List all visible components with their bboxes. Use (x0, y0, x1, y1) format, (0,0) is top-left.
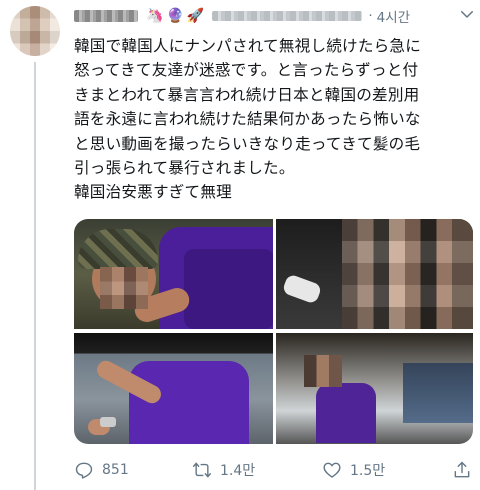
photo-1[interactable] (74, 219, 273, 329)
header-emojis: 🦄 🔮 🚀 (146, 9, 204, 23)
pixelated-face (100, 267, 148, 309)
photo-4[interactable] (276, 333, 473, 444)
pixelated-face (304, 355, 342, 387)
retweet-button[interactable]: 1.4만 (192, 458, 255, 482)
tweet-actions: 851 1.4만 1.5만 (74, 456, 474, 486)
author-handle[interactable] (212, 11, 363, 21)
reply-icon (75, 462, 93, 479)
share-button[interactable] (452, 458, 472, 482)
reply-count: 851 (102, 462, 129, 478)
heart-icon (323, 462, 341, 478)
unicorn-emoji: 🦄 (146, 8, 164, 24)
tweet-time[interactable]: 4시간 (377, 6, 410, 26)
tweet-text: 韓国で韓国人にナンパされて無視し続けたら急に 怒ってきて友達が迷惑です。と言った… (74, 34, 474, 205)
tweet-text-line: きまとわれて暴言言われ続け日本と韓国の差別用 (74, 85, 420, 104)
chevron-down-icon[interactable] (458, 5, 476, 23)
separator-dot: · (368, 8, 373, 24)
rocket-emoji: 🚀 (186, 8, 205, 24)
share-icon (454, 461, 470, 478)
tweet-text-line: と思い動画を撮ったらいきなり走ってきて髪の毛 (74, 134, 421, 153)
tweet-text-line: 韓国で韓国人にナンパされて無視し続けたら急に (74, 37, 421, 55)
thread-line (34, 62, 36, 490)
retweet-count: 1.4만 (220, 463, 256, 479)
tweet-avatar[interactable] (10, 6, 60, 56)
tweet-text-line: 怒ってきて友達が迷惑です。と言ったらずっと付 (74, 61, 419, 80)
retweet-icon (192, 462, 212, 478)
like-button[interactable]: 1.5만 (322, 458, 385, 482)
photo-2[interactable] (276, 219, 473, 329)
pixelated-area (342, 219, 473, 329)
photo-3[interactable] (74, 333, 273, 444)
tweet-text-line: 韓国治安悪すぎて無理 (74, 183, 232, 202)
like-count: 1.5만 (350, 463, 386, 479)
media-grid (74, 219, 473, 444)
tweet-text-line: 引っ張られて暴行されました。 (74, 159, 295, 178)
tweet-text-line: 語を永遠に言われ続けた結果何かあったら怖いな (74, 110, 421, 129)
tweet-header: 🦄 🔮 🚀 · 4시간 (74, 4, 474, 28)
reply-button[interactable]: 851 (74, 458, 129, 482)
author-display-name[interactable] (74, 10, 138, 22)
crystal-ball-emoji: 🔮 (166, 8, 184, 24)
